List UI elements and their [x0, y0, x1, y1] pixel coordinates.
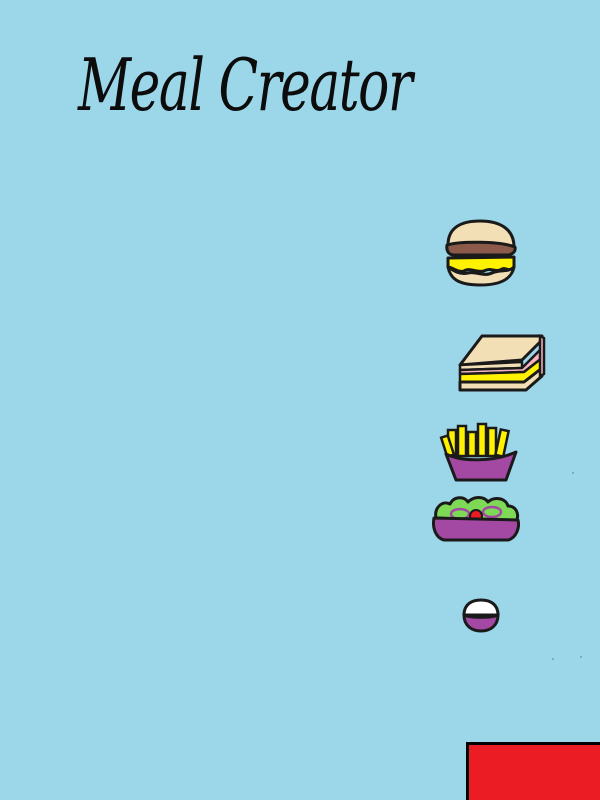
- burger-icon: [445, 219, 517, 287]
- game-canvas: Meal Creator: [0, 0, 600, 800]
- sandwich-icon: [458, 333, 546, 392]
- sandwich-item[interactable]: [452, 330, 547, 396]
- burger-item[interactable]: [440, 215, 522, 291]
- red-action-button[interactable]: [466, 742, 600, 800]
- rice-ball-icon: [462, 598, 500, 633]
- fries-item[interactable]: [438, 418, 524, 488]
- background-speck: [572, 472, 574, 474]
- salad-icon: [432, 496, 520, 542]
- salad-item[interactable]: [430, 492, 522, 548]
- game-title: Meal Creator: [78, 43, 413, 127]
- rice-ball-item[interactable]: [460, 598, 502, 633]
- background-speck: [580, 656, 582, 658]
- background-speck: [552, 658, 554, 660]
- fries-icon: [439, 422, 518, 482]
